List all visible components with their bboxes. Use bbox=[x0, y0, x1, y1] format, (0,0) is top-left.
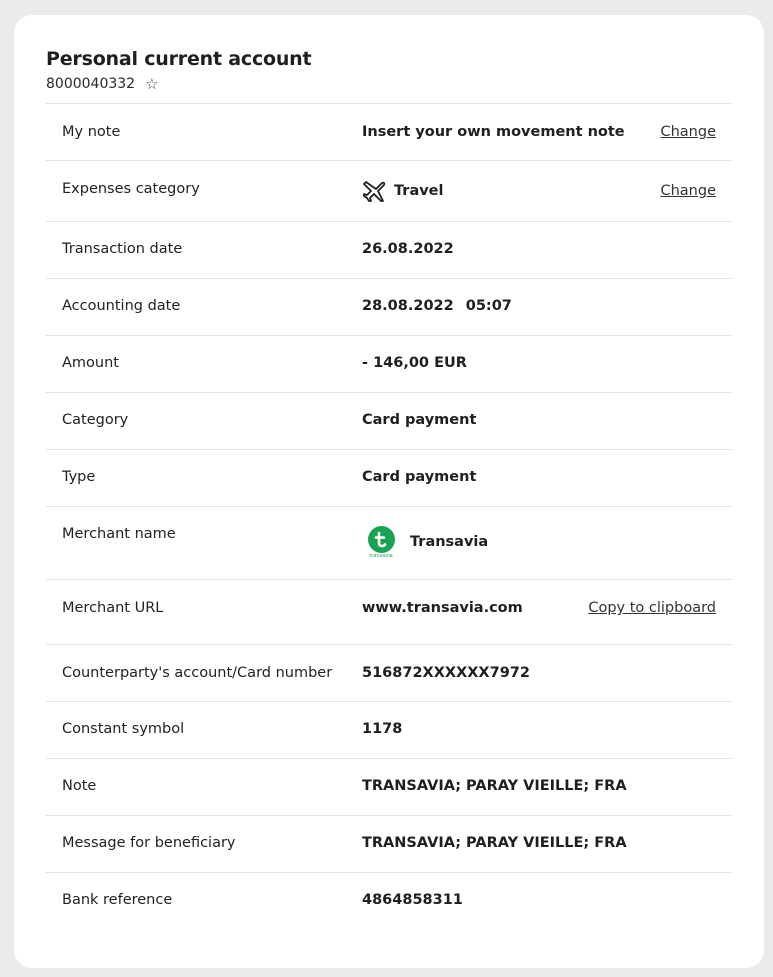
my-note-value[interactable]: Insert your own movement note bbox=[362, 124, 625, 140]
row-message-beneficiary: Message for beneficiary TRANSAVIA; PARAY… bbox=[46, 815, 732, 872]
row-label: Transaction date bbox=[62, 241, 183, 257]
row-constant-symbol: Constant symbol 1178 bbox=[46, 701, 732, 758]
row-type: Type Card payment bbox=[46, 449, 732, 506]
row-my-note: My note Insert your own movement note Ch… bbox=[46, 103, 732, 160]
bank-reference-value: 4864858311 bbox=[362, 892, 463, 908]
expenses-category-value: Travel bbox=[362, 179, 444, 203]
row-note: Note TRANSAVIA; PARAY VIEILLE; FRA bbox=[46, 758, 732, 815]
account-title: Personal current account bbox=[46, 48, 312, 70]
account-number: 8000040332 bbox=[46, 76, 136, 92]
accounting-date-value: 28.08.2022 05:07 bbox=[362, 298, 512, 314]
row-label: Amount bbox=[62, 355, 119, 371]
row-label: Expenses category bbox=[62, 181, 200, 197]
merchant-url-value: www.transavia.com bbox=[362, 600, 523, 616]
row-label: Counterparty's account/Card number bbox=[62, 665, 333, 681]
change-note-link[interactable]: Change bbox=[660, 124, 716, 140]
accounting-date: 28.08.2022 bbox=[362, 298, 454, 314]
row-label: Note bbox=[62, 778, 97, 794]
transaction-date-value: 26.08.2022 bbox=[362, 241, 454, 257]
message-value: TRANSAVIA; PARAY VIEILLE; FRA bbox=[362, 835, 627, 851]
row-amount: Amount - 146,00 EUR bbox=[46, 335, 732, 392]
transavia-logo: transavia bbox=[366, 526, 396, 560]
counterparty-value: 516872XXXXXX7972 bbox=[362, 665, 530, 681]
amount-value: - 146,00 EUR bbox=[362, 355, 467, 371]
row-merchant-name: Merchant name transavia Transavia bbox=[46, 506, 732, 579]
detail-list: My note Insert your own movement note Ch… bbox=[46, 103, 732, 929]
accounting-time: 05:07 bbox=[465, 298, 512, 314]
copy-to-clipboard-link[interactable]: Copy to clipboard bbox=[588, 600, 716, 616]
airplane-icon bbox=[363, 181, 386, 202]
row-accounting-date: Accounting date 28.08.2022 05:07 bbox=[46, 278, 732, 335]
t-letter-icon bbox=[374, 531, 387, 547]
change-category-link[interactable]: Change bbox=[660, 183, 716, 199]
star-icon[interactable]: ☆ bbox=[145, 75, 158, 93]
row-bank-reference: Bank reference 4864858311 bbox=[46, 872, 732, 929]
row-label: Message for beneficiary bbox=[62, 835, 236, 851]
note-value: TRANSAVIA; PARAY VIEILLE; FRA bbox=[362, 778, 627, 794]
row-label: Accounting date bbox=[62, 298, 181, 314]
constant-symbol-value: 1178 bbox=[362, 721, 403, 737]
row-transaction-date: Transaction date 26.08.2022 bbox=[46, 221, 732, 278]
account-number-line: 8000040332 ☆ bbox=[46, 75, 159, 93]
logo-circle bbox=[367, 526, 395, 553]
row-label: Type bbox=[62, 469, 96, 485]
expenses-category-label: Travel bbox=[394, 183, 444, 199]
row-counterparty: Counterparty's account/Card number 51687… bbox=[46, 644, 732, 701]
logo-text: transavia bbox=[369, 553, 393, 559]
category-value: Card payment bbox=[362, 412, 477, 428]
row-category: Category Card payment bbox=[46, 392, 732, 449]
type-value: Card payment bbox=[362, 469, 477, 485]
merchant-name-value: transavia Transavia bbox=[362, 526, 488, 560]
row-merchant-url: Merchant URL www.transavia.com Copy to c… bbox=[46, 579, 732, 644]
merchant-name-label: Transavia bbox=[410, 534, 489, 550]
transaction-detail-card: Personal current account 8000040332 ☆ My… bbox=[14, 15, 764, 968]
row-expenses-category: Expenses category Travel Change bbox=[46, 160, 732, 221]
row-label: My note bbox=[62, 124, 121, 140]
row-label: Constant symbol bbox=[62, 721, 185, 737]
row-label: Merchant URL bbox=[62, 600, 164, 616]
row-label: Category bbox=[62, 412, 129, 428]
row-label: Bank reference bbox=[62, 892, 173, 908]
row-label: Merchant name bbox=[62, 526, 176, 542]
